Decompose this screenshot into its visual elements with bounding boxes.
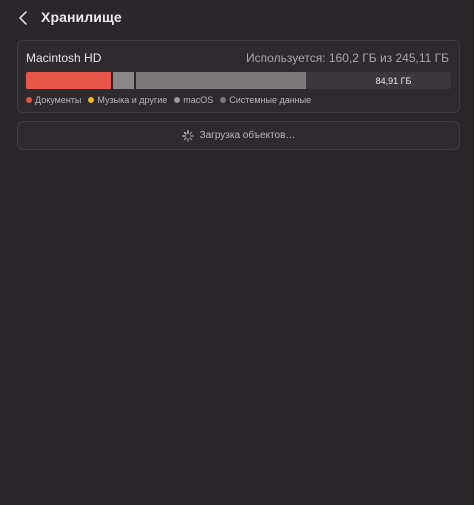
storage-bar: 84,91 ГБ bbox=[26, 72, 451, 89]
disk-name: Macintosh HD bbox=[26, 51, 102, 65]
legend-label: Документы bbox=[35, 95, 82, 105]
legend-item-documents: Документы bbox=[26, 95, 81, 105]
legend-item-system-data: Системные данные bbox=[220, 95, 311, 105]
page-title: Хранилище bbox=[41, 9, 122, 25]
loading-panel: Загрузка объектов… bbox=[17, 121, 460, 150]
free-space-label: 84,91 ГБ bbox=[375, 75, 412, 86]
bar-segment-macos[interactable] bbox=[113, 72, 134, 89]
legend-dot bbox=[26, 97, 32, 103]
loading-text: Загрузка объектов… bbox=[199, 130, 296, 141]
legend: Документы Музыка и другие macOS Системны… bbox=[26, 95, 311, 105]
legend-dot bbox=[220, 97, 227, 103]
bar-segment-documents[interactable] bbox=[26, 72, 111, 89]
legend-label: macOS bbox=[183, 95, 214, 105]
chevron-left-icon bbox=[19, 11, 27, 25]
legend-item-music: Музыка и другие bbox=[88, 95, 167, 105]
legend-label: Системные данные bbox=[229, 95, 312, 105]
legend-label: Музыка и другие bbox=[97, 95, 168, 105]
header: Хранилище bbox=[0, 0, 474, 36]
disk-card: Macintosh HD Используется: 160,2 ГБ из 2… bbox=[17, 40, 460, 113]
disk-usage: Используется: 160,2 ГБ из 245,11 ГБ bbox=[246, 51, 449, 65]
bar-segment-system-data[interactable] bbox=[136, 72, 306, 89]
storage-window: Хранилище Macintosh HD Используется: 160… bbox=[0, 0, 474, 505]
spinner-icon bbox=[181, 129, 194, 142]
legend-item-macos: macOS bbox=[174, 95, 213, 105]
back-button[interactable] bbox=[14, 8, 32, 28]
legend-dot bbox=[88, 97, 95, 103]
legend-dot bbox=[174, 97, 181, 103]
